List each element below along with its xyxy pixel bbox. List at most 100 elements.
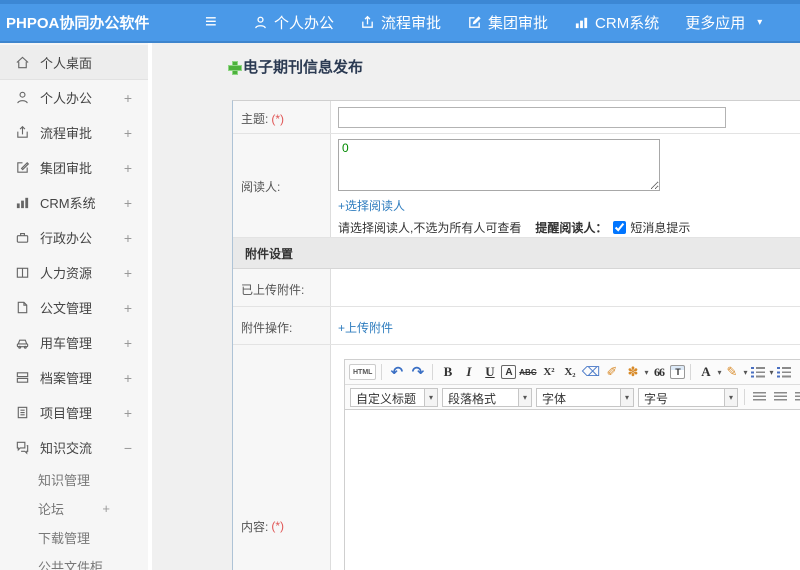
sidebar-item-workflow-approval[interactable]: 流程审批 + <box>0 115 148 150</box>
book-icon <box>14 265 30 281</box>
sidebar-item-knowledge-exchange[interactable]: 知识交流 − <box>0 430 148 465</box>
expand-toggle[interactable]: + <box>124 125 132 141</box>
underline-button[interactable]: U <box>480 362 499 382</box>
collapse-toggle[interactable]: − <box>124 440 132 456</box>
expand-toggle[interactable]: + <box>124 195 132 211</box>
sidebar-item-hr[interactable]: 人力资源 + <box>0 255 148 290</box>
sidebar-item-label: 知识交流 <box>40 441 93 456</box>
sidebar-subitem-forum[interactable]: 论坛 + <box>0 494 148 523</box>
align-right-icon[interactable] <box>792 387 800 407</box>
toolbar-separator <box>744 389 745 405</box>
chevron-down-icon[interactable]: ▾ <box>644 368 648 377</box>
nav-group-approval[interactable]: 集团审批 <box>467 12 548 33</box>
nav-label: 集团审批 <box>488 15 549 32</box>
nav-label: 更多应用 <box>685 15 746 32</box>
font-border-button[interactable]: A <box>501 365 517 379</box>
expand-toggle[interactable]: + <box>124 265 132 281</box>
toolbar-separator <box>381 364 383 380</box>
paragraph-format-select[interactable]: 段落格式 ▾ <box>442 387 532 407</box>
chevron-down-icon[interactable]: ▾ <box>717 368 721 377</box>
readers-textarea[interactable]: 0 <box>338 139 660 191</box>
expand-toggle[interactable]: + <box>124 90 132 106</box>
readers-note-row: 请选择阅读人,不选为所有人可查看 提醒阅读人： 短消息提示 <box>338 219 800 236</box>
sidebar-item-document-mgmt[interactable]: 公文管理 + <box>0 290 148 325</box>
nav-label: CRM系统 <box>595 15 660 32</box>
custom-heading-select[interactable]: 自定义标题 ▾ <box>350 387 438 407</box>
uploaded-attachments-row: 已上传附件: <box>233 269 800 307</box>
nav-personal-office[interactable]: 个人办公 <box>253 12 334 33</box>
sidebar-item-crm[interactable]: CRM系统 + <box>0 185 148 220</box>
redo-icon[interactable]: ↷ <box>408 362 427 382</box>
align-glyph <box>753 392 766 402</box>
expand-toggle[interactable]: + <box>124 300 132 316</box>
expand-toggle[interactable]: + <box>102 501 110 516</box>
paste-as-text-icon[interactable]: T <box>670 365 686 379</box>
sidebar-item-vehicle-mgmt[interactable]: 用车管理 + <box>0 325 148 360</box>
bold-button[interactable]: B <box>438 362 457 382</box>
italic-button[interactable]: I <box>459 362 478 382</box>
undo-icon[interactable]: ↶ <box>387 362 406 382</box>
strikethrough-button[interactable]: ABC <box>518 362 537 382</box>
subject-input[interactable] <box>338 107 726 128</box>
highlight-color-icon[interactable]: ✎ <box>722 362 741 382</box>
chevron-down-icon: ▾ <box>620 388 633 406</box>
format-brush-icon[interactable]: ✐ <box>602 362 621 382</box>
select-value: 自定义标题 <box>356 391 417 406</box>
font-family-select[interactable]: 字体 ▾ <box>536 387 634 407</box>
align-glyph <box>774 392 787 402</box>
chevron-down-icon[interactable]: ▾ <box>757 17 762 28</box>
main-content: 电子期刊信息发布 主题: (*) 阅读人: 0 +选择阅读人 请选择阅读人,不选… <box>152 43 800 570</box>
ordered-list-icon[interactable] <box>749 362 768 382</box>
sidebar-item-admin-office[interactable]: 行政办公 + <box>0 220 148 255</box>
expand-toggle[interactable]: + <box>124 335 132 351</box>
subject-row: 主题: (*) <box>233 101 800 134</box>
upload-attachment-link[interactable]: +上传附件 <box>338 321 393 335</box>
ordered-list-glyph <box>751 366 765 378</box>
hamburger-menu-icon[interactable]: ≡ <box>205 11 245 34</box>
sidebar-item-desktop[interactable]: 个人桌面 <box>0 45 148 80</box>
align-center-icon[interactable] <box>771 387 790 407</box>
expand-toggle[interactable]: + <box>124 370 132 386</box>
sidebar-item-label: 行政办公 <box>40 231 93 246</box>
remove-format-icon[interactable]: ⌫ <box>581 362 600 382</box>
unordered-list-icon[interactable] <box>775 362 794 382</box>
expand-toggle[interactable]: + <box>124 230 132 246</box>
sidebar-subitem-public-cabinet[interactable]: 公共文件柜 <box>0 552 148 570</box>
project-icon <box>14 405 30 421</box>
flow-icon <box>14 125 30 141</box>
blockquote-button[interactable]: 66 <box>649 362 668 382</box>
sidebar-item-personal-office[interactable]: 个人办公 + <box>0 80 148 115</box>
sidebar-item-project-mgmt[interactable]: 项目管理 + <box>0 395 148 430</box>
select-value: 字号 <box>644 391 669 406</box>
choose-readers-link[interactable]: +选择阅读人 <box>338 197 800 214</box>
sidebar-subitem-download-mgmt[interactable]: 下载管理 <box>0 523 148 552</box>
sidebar-subitem-knowledge-mgmt[interactable]: 知识管理 <box>0 465 148 494</box>
nav-workflow-approval[interactable]: 流程审批 <box>360 12 441 33</box>
page-title: 电子期刊信息发布 <box>243 59 364 76</box>
superscript-button[interactable]: X² <box>539 362 558 382</box>
remind-readers-label: 提醒阅读人： <box>535 221 608 235</box>
expand-toggle[interactable]: + <box>124 160 132 176</box>
required-mark: (*) <box>271 112 285 126</box>
chevron-down-icon[interactable]: ▾ <box>770 368 774 377</box>
sms-remind-checkbox[interactable] <box>613 221 627 234</box>
auto-typeset-icon[interactable]: ✽ <box>623 362 642 382</box>
align-left-icon[interactable] <box>750 387 769 407</box>
html-source-button[interactable]: HTML <box>349 364 377 380</box>
chevron-down-icon[interactable]: ▾ <box>743 368 747 377</box>
attachment-operation-label: 附件操作: <box>241 321 293 335</box>
font-size-select[interactable]: 字号 ▾ <box>638 387 738 407</box>
sidebar-item-group-approval[interactable]: 集团审批 + <box>0 150 148 185</box>
editor-content-area[interactable] <box>345 410 800 570</box>
expand-toggle[interactable]: + <box>124 405 132 421</box>
font-color-button[interactable]: A <box>696 362 715 382</box>
nav-crm-system[interactable]: CRM系统 <box>574 12 659 33</box>
briefcase-icon <box>14 230 30 246</box>
sidebar-item-archive-mgmt[interactable]: 档案管理 + <box>0 360 148 395</box>
select-value: 字体 <box>542 391 567 406</box>
subscript-button[interactable]: X₂ <box>560 362 579 382</box>
attachment-op-value-cell: +上传附件 <box>331 307 800 344</box>
sms-remind-label: 短消息提示 <box>630 221 691 235</box>
sidebar-subitem-label: 知识管理 <box>38 473 91 488</box>
nav-more-apps[interactable]: 更多应用 <box>685 12 745 33</box>
